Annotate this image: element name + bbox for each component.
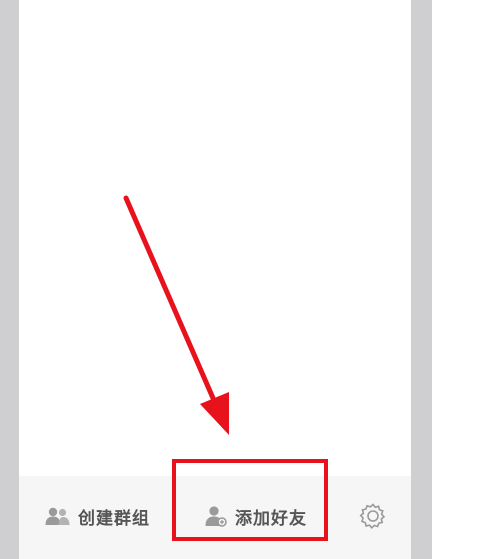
panel-divider	[411, 0, 432, 559]
add-friend-button[interactable]: 添加好友	[204, 503, 307, 529]
gear-icon	[359, 502, 387, 530]
left-window-border	[0, 0, 19, 559]
add-user-icon	[204, 505, 228, 527]
create-group-button[interactable]: 创建群组	[45, 503, 150, 529]
group-icon	[45, 506, 71, 526]
add-friend-label: 添加好友	[235, 508, 307, 529]
right-pane	[432, 0, 500, 559]
settings-button[interactable]	[358, 501, 388, 531]
create-group-label: 创建群组	[78, 508, 150, 529]
bottom-toolbar: 创建群组 添加好友	[19, 476, 411, 559]
screenshot-stage: 创建群组 添加好友	[0, 0, 500, 559]
